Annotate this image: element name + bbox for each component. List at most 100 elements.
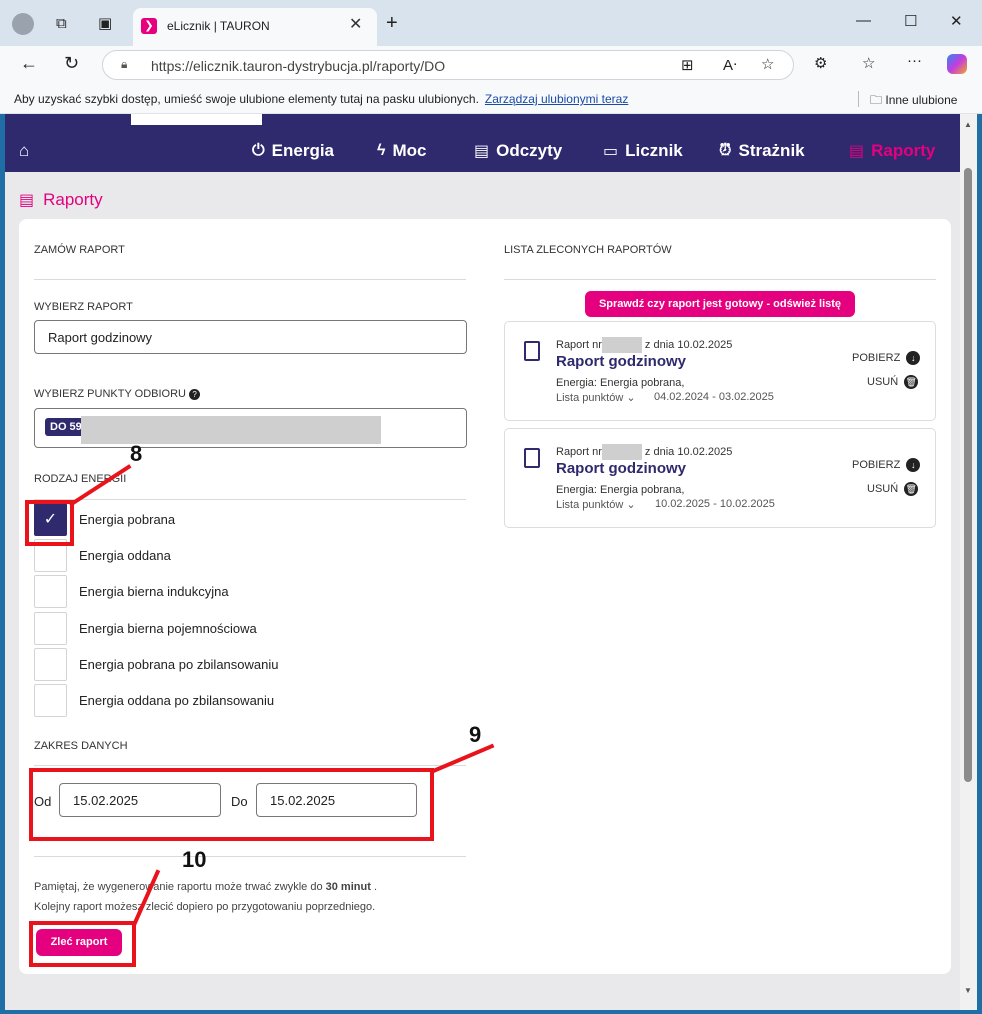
report-type-select[interactable]: Raport godzinowy (34, 320, 467, 354)
read-aloud-icon[interactable]: Aᐧ (723, 56, 737, 74)
annotation-box-date-range (29, 768, 434, 841)
divider (504, 279, 936, 280)
favbar-hint: Aby uzyskać szybki dostęp, umieść swoje … (14, 92, 479, 106)
annotation-box-submit (29, 921, 136, 967)
new-tab-icon[interactable]: + (386, 12, 398, 35)
reload-icon[interactable]: ↻ (64, 53, 79, 74)
report-number: Raport nr z dnia 10.02.2025 (556, 444, 732, 460)
browser-titlebar: ⧉ ▣ ❯ eLicznik | TAURON ✕ + — ☐ ✕ (0, 0, 982, 46)
reports-card: ZAMÓW RAPORT WYBIERZ RAPORT Raport godzi… (19, 219, 951, 974)
order-heading: ZAMÓW RAPORT (34, 244, 125, 256)
label-pobrana-zbilansowana: Energia pobrana po zbilansowaniu (79, 657, 279, 672)
close-window-icon[interactable]: ✕ (950, 12, 963, 30)
scroll-thumb[interactable] (964, 168, 972, 782)
nav-moc[interactable]: ϟ Moc (377, 141, 426, 161)
report-type-label: WYBIERZ RAPORT (34, 301, 133, 313)
report-energy: Energia: Energia pobrana, (556, 484, 685, 496)
clipboard-icon: ▤ (474, 143, 490, 160)
meter-icon: ▭ (603, 143, 619, 160)
extensions-icon[interactable]: ⚙ (814, 54, 827, 72)
label-oddana-zbilansowana: Energia oddana po zbilansowaniu (79, 693, 275, 708)
app-available-icon[interactable]: ⊞ (681, 56, 694, 74)
generation-note: Pamiętaj, że wygenerowanie raportu może … (34, 881, 377, 913)
browser-tab[interactable]: ❯ eLicznik | TAURON ✕ (133, 8, 377, 46)
report-icon: ▤ (19, 192, 35, 209)
nav-raporty[interactable]: ▤ Raporty (849, 141, 935, 161)
nav-energia[interactable]: ⏻ Energia (252, 141, 334, 161)
chevron-down-icon: ⌄ (626, 392, 636, 404)
nav-odczyty[interactable]: ▤ Odczyty (474, 141, 562, 161)
label-energia-oddana: Energia oddana (79, 548, 171, 563)
favorites-bar: Aby uzyskać szybki dostęp, umieść swoje … (0, 84, 982, 114)
plug-icon: ⏻ (252, 142, 265, 159)
points-list-toggle[interactable]: Lista punktów ⌄ (556, 391, 636, 404)
trash-icon: 🗑︎ (904, 375, 919, 389)
report-title: Raport godzinowy (556, 353, 686, 370)
scroll-up-icon[interactable]: ▲ (964, 120, 972, 129)
profile-avatar[interactable] (12, 13, 34, 35)
lightning-icon: ϟ (377, 142, 386, 159)
checkbox-oddana-zbilansowana[interactable] (34, 684, 67, 717)
divider (34, 279, 466, 280)
divider (34, 765, 466, 766)
points-select[interactable]: DO 59 (34, 408, 467, 448)
manage-favorites-link[interactable]: Zarządzaj ulubionymi teraz (485, 92, 628, 106)
delete-button[interactable]: USUŃ 🗑︎ (867, 375, 919, 389)
refresh-list-button[interactable]: Sprawdź czy raport jest gotowy - odśwież… (585, 291, 855, 317)
points-list-toggle[interactable]: Lista punktów ⌄ (556, 498, 636, 511)
home-icon[interactable]: ⌂ (19, 141, 29, 161)
label-energia-pobrana: Energia pobrana (79, 512, 176, 527)
tab-actions-icon[interactable]: ▣ (98, 14, 112, 32)
download-button[interactable]: POBIERZ ↓ (852, 458, 921, 472)
annotation-box-checkbox (25, 500, 74, 546)
alarm-icon: ⏰︎ (719, 142, 732, 159)
page-scrollbar[interactable]: ▲ ▼ (960, 114, 977, 1010)
address-bar[interactable]: 🔒︎ https://elicznik.tauron-dystrybucja.p… (102, 50, 794, 80)
checkbox-bierna-pojemnosciowa[interactable] (34, 612, 67, 645)
minimize-icon[interactable]: — (856, 12, 871, 29)
scroll-down-icon[interactable]: ▼ (964, 986, 972, 995)
main-nav: ⌂ ⏻ Energia ϟ Moc ▤ Odczyty ▭ Licznik ⏰︎ Stra… (5, 114, 960, 172)
nav-logo-strip (131, 114, 262, 125)
maximize-icon[interactable]: ☐ (904, 12, 917, 30)
report-item: Raport nr z dnia 10.02.2025 Raport godzi… (504, 428, 936, 528)
label-bierna-pojemnosciowa: Energia bierna pojemnościowa (79, 621, 257, 636)
favorite-star-icon[interactable]: ☆ (761, 55, 774, 73)
nav-straznik[interactable]: ⏰︎ Strażnik (719, 141, 805, 161)
annotation-number-9: 9 (469, 722, 482, 747)
page-title: ▤ Raporty (19, 190, 103, 209)
chevron-down-icon: ⌄ (626, 499, 636, 511)
url-text: https://elicznik.tauron-dystrybucja.pl/r… (151, 58, 446, 74)
delete-button[interactable]: USUŃ 🗑︎ (867, 482, 919, 496)
document-icon (524, 448, 540, 468)
workspaces-icon[interactable]: ⧉ (56, 15, 67, 32)
back-icon[interactable]: ← (20, 53, 38, 74)
report-range: 10.02.2025 - 10.02.2025 (655, 498, 775, 510)
favorites-icon[interactable]: ☆ (862, 54, 875, 72)
checkbox-pobrana-zbilansowana[interactable] (34, 648, 67, 681)
more-menu-icon[interactable]: ··· (907, 52, 922, 69)
lock-icon[interactable]: 🔒︎ (121, 57, 127, 72)
label-bierna-indukcyjna: Energia bierna indukcyjna (79, 584, 229, 599)
nav-licznik[interactable]: ▭ Licznik (603, 141, 683, 161)
trash-icon: 🗑︎ (904, 482, 919, 496)
page-content: ⌂ ⏻ Energia ϟ Moc ▤ Odczyty ▭ Licznik ⏰︎ Stra… (5, 114, 960, 1010)
report-item: Raport nr z dnia 10.02.2025 Raport godzi… (504, 321, 936, 421)
annotation-number-8: 8 (130, 441, 143, 466)
points-label: WYBIERZ PUNKTY ODBIORU ? (34, 388, 201, 400)
close-tab-icon[interactable]: ✕ (349, 14, 362, 34)
tauron-favicon-icon: ❯ (141, 18, 157, 34)
help-icon[interactable]: ? (189, 389, 201, 400)
divider (34, 499, 466, 500)
date-range-label: ZAKRES DANYCH (34, 740, 128, 752)
redacted-point-id (81, 416, 381, 444)
annotation-number-10: 10 (182, 847, 207, 872)
copilot-icon[interactable] (947, 54, 967, 74)
favbar-divider (858, 91, 859, 107)
checkbox-bierna-indukcyjna[interactable] (34, 575, 67, 608)
download-button[interactable]: POBIERZ ↓ (852, 351, 921, 365)
folder-icon: 🗀 (870, 93, 883, 107)
redacted-number (601, 444, 642, 460)
report-range: 04.02.2024 - 03.02.2025 (654, 391, 774, 403)
other-favorites[interactable]: 🗀 Inne ulubione (870, 91, 957, 112)
